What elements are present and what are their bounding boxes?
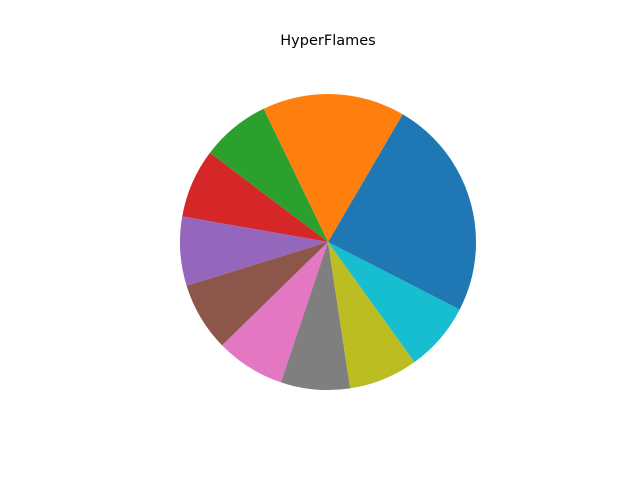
chart-figure: HyperFlames <box>0 0 640 480</box>
pie-chart <box>180 94 476 391</box>
